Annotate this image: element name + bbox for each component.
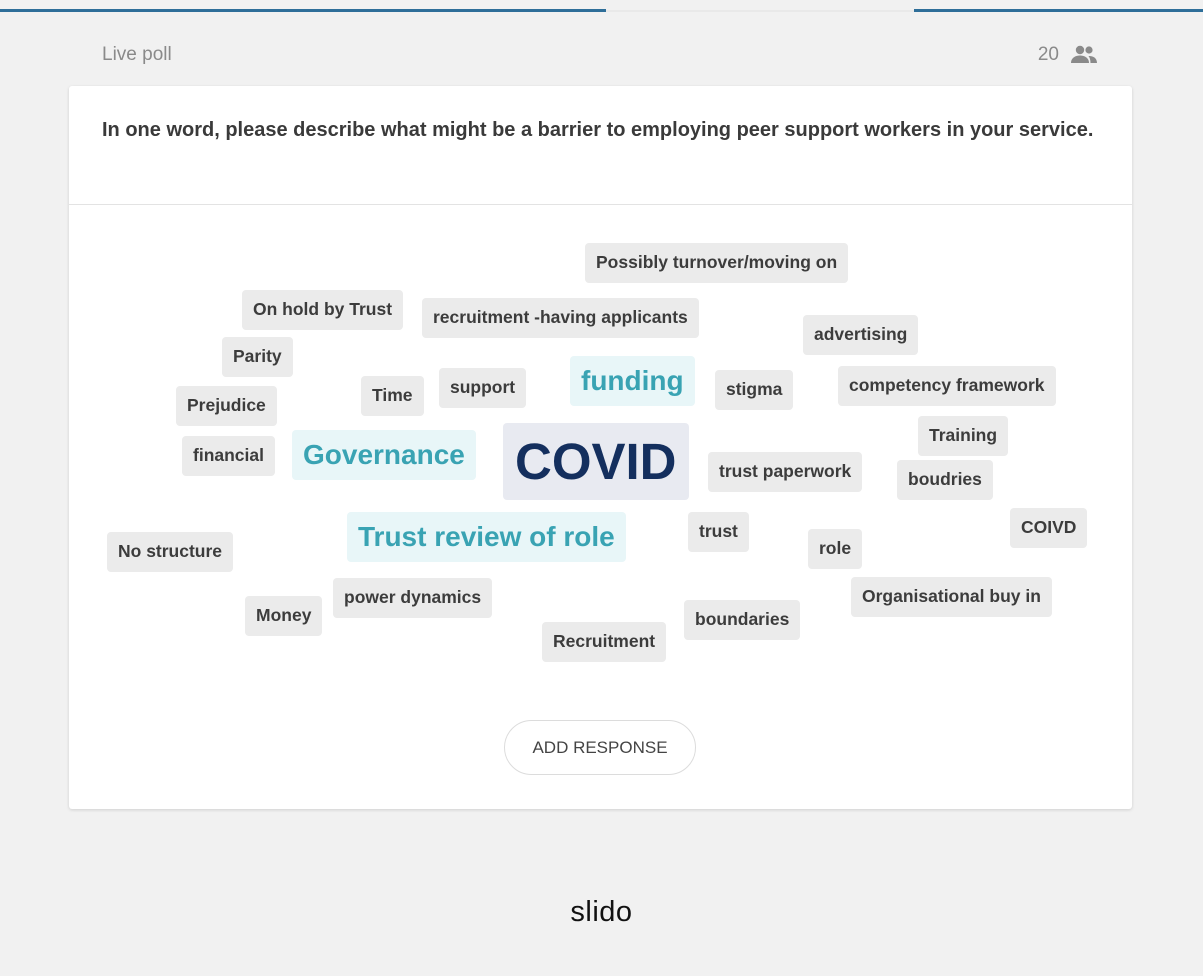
- word-cloud-item: competency framework: [838, 366, 1056, 406]
- word-cloud-item: Training: [918, 416, 1009, 456]
- word-cloud-item: Recruitment: [542, 622, 667, 662]
- word-cloud-item: financial: [182, 436, 275, 476]
- progress-segment-right: [914, 9, 1203, 12]
- word-cloud-item: COVID: [503, 423, 689, 500]
- word-cloud-item: Parity: [222, 337, 293, 377]
- add-response-button[interactable]: ADD RESPONSE: [504, 720, 696, 775]
- participant-count-value: 20: [1037, 44, 1059, 65]
- people-icon: [1071, 45, 1097, 63]
- participant-count: 20: [1038, 44, 1099, 66]
- slido-poll-page: Live poll 20 In one word, please describ…: [0, 0, 1203, 976]
- poll-type-label: Live poll: [102, 44, 172, 65]
- word-cloud-item: funding: [570, 356, 695, 406]
- word-cloud-item: support: [439, 368, 527, 408]
- word-cloud-item: Possibly turnover/moving on: [585, 243, 849, 283]
- word-cloud-item: Trust review of role: [347, 512, 626, 562]
- word-cloud-item: role: [808, 529, 863, 569]
- word-cloud: Possibly turnover/moving on On hold by T…: [69, 86, 1132, 809]
- progress-segment-left: [0, 9, 606, 12]
- word-cloud-item: On hold by Trust: [242, 290, 404, 330]
- progress-segment-current: [606, 10, 914, 12]
- word-cloud-item: advertising: [803, 315, 919, 355]
- word-cloud-item: Prejudice: [176, 386, 277, 426]
- slido-logo: slido: [570, 896, 633, 928]
- word-cloud-item: boundaries: [684, 600, 801, 640]
- word-cloud-item: Organisational buy in: [851, 577, 1052, 617]
- word-cloud-item: power dynamics: [333, 578, 493, 618]
- word-cloud-item: No structure: [107, 532, 234, 572]
- word-cloud-item: stigma: [715, 370, 794, 410]
- word-cloud-item: recruitment -having applicants: [422, 298, 699, 338]
- word-cloud-item: COIVD: [1010, 508, 1088, 548]
- word-cloud-item: trust paperwork: [708, 452, 863, 492]
- poll-card: In one word, please describe what might …: [69, 86, 1132, 809]
- word-cloud-item: Money: [245, 596, 323, 636]
- word-cloud-item: Time: [361, 376, 424, 416]
- word-cloud-item: Governance: [292, 430, 476, 480]
- progress-strip: [0, 0, 1203, 14]
- word-cloud-item: boudries: [897, 460, 993, 500]
- word-cloud-item: trust: [688, 512, 749, 552]
